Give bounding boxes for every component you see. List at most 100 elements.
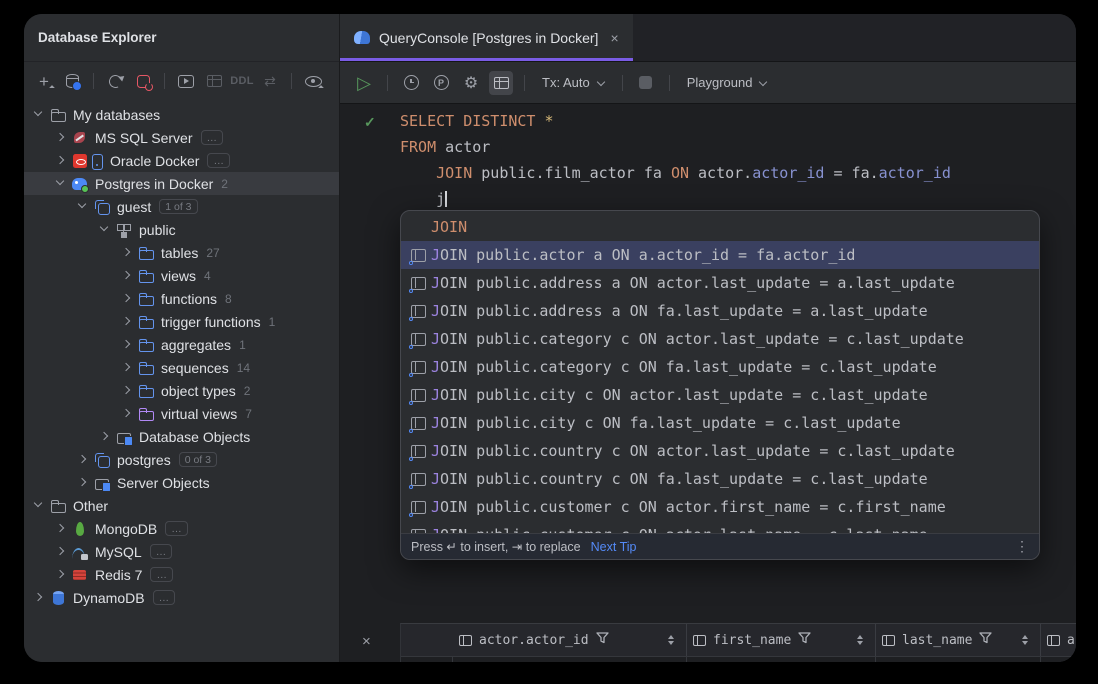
playground-dropdown[interactable]: Playground — [681, 75, 774, 90]
explain-plan-button[interactable]: P — [429, 71, 453, 95]
completion-item[interactable]: J OIN public.country c ON actor.last_upda… — [401, 437, 1039, 465]
results-in-editor-toggle[interactable] — [489, 70, 513, 95]
tree-row-virtual-views[interactable]: virtual views 7 — [24, 402, 339, 425]
tree-row-dynamodb[interactable]: DynamoDB… — [24, 586, 339, 609]
chevron-right-icon[interactable] — [118, 290, 135, 307]
column-header-first-name[interactable]: first_name — [687, 624, 876, 656]
chevron-right-icon[interactable] — [118, 336, 135, 353]
sort-arrows-icon[interactable] — [664, 634, 678, 646]
kebab-menu-icon[interactable]: ⋮ — [1015, 538, 1029, 555]
completion-item[interactable]: JOIN — [401, 213, 1039, 241]
column-header-actor-actor-id[interactable]: actor.actor_id — [453, 624, 687, 656]
completion-item-text: OIN public.city c ON actor.last_update =… — [440, 386, 928, 404]
sync-arrows-button[interactable]: ⇄ — [258, 69, 282, 93]
chevron-right-icon[interactable] — [52, 520, 69, 537]
tree-row-mongodb[interactable]: MongoDB… — [24, 517, 339, 540]
tree-row-oracle-docker[interactable]: Oracle Docker… — [24, 149, 339, 172]
tree-row-trigger-functions[interactable]: trigger functions 1 — [24, 310, 339, 333]
chevron-right-icon[interactable] — [52, 543, 69, 560]
grid-strip-cell — [876, 657, 1041, 662]
next-tip-link[interactable]: Next Tip — [591, 540, 637, 554]
tab-close-icon[interactable]: × — [610, 30, 618, 46]
tree-row-views[interactable]: views 4 — [24, 264, 339, 287]
completion-item[interactable]: J OIN public.address a ON actor.last_upda… — [401, 269, 1039, 297]
chevron-right-icon[interactable] — [30, 589, 47, 606]
completion-item[interactable]: J OIN public.category c ON actor.last_upd… — [401, 325, 1039, 353]
chevron-right-icon[interactable] — [52, 152, 69, 169]
tree-row-guest[interactable]: guest 1 of 3 — [24, 195, 339, 218]
tree-row-other[interactable]: Other — [24, 494, 339, 517]
chevron-down-icon[interactable] — [52, 175, 69, 192]
dropdown-corner-icon — [49, 85, 55, 91]
code-token: actor — [445, 138, 491, 156]
tree-item-count: 1 — [239, 337, 246, 352]
toolbar-divider — [291, 73, 292, 89]
chevron-right-icon[interactable] — [96, 428, 113, 445]
chevron-down-icon[interactable] — [30, 106, 47, 123]
filter-funnel-icon[interactable] — [595, 631, 609, 649]
chevron-right-icon[interactable] — [118, 382, 135, 399]
column-header-last-name[interactable]: last_name — [876, 624, 1041, 656]
completion-item[interactable]: J OIN public.address a ON fa.last_update … — [401, 297, 1039, 325]
code-area[interactable]: SELECT DISTINCT * FROM actor JOIN public.… — [400, 108, 951, 212]
jump-to-console-button[interactable] — [174, 69, 198, 93]
tree-item-label: trigger functions — [161, 313, 261, 330]
tree-item-count: 27 — [206, 245, 220, 260]
tab-query-console[interactable]: QueryConsole [Postgres in Docker] × — [340, 14, 633, 61]
filter-funnel-icon[interactable] — [979, 631, 993, 649]
tree-row-aggregates[interactable]: aggregates 1 — [24, 333, 339, 356]
tx-auto-dropdown[interactable]: Tx: Auto — [536, 75, 611, 90]
table-view-button[interactable] — [202, 69, 226, 93]
tree-row-postgres-in-docker[interactable]: Postgres in Docker 2 — [24, 172, 339, 195]
chevron-down-icon[interactable] — [96, 221, 113, 238]
add-button[interactable]: + — [32, 69, 56, 93]
toolbar-divider — [164, 73, 165, 89]
sort-arrows-icon[interactable] — [1018, 634, 1032, 646]
tree-row-object-types[interactable]: object types 2 — [24, 379, 339, 402]
refresh-button[interactable] — [103, 69, 127, 93]
tree-item-count: 8 — [225, 291, 232, 306]
tree-row-redis-7[interactable]: Redis 7… — [24, 563, 339, 586]
chevron-right-icon[interactable] — [118, 359, 135, 376]
column-header-a[interactable]: a — [1041, 624, 1076, 656]
tree-row-ms-sql-server[interactable]: MS SQL Server… — [24, 126, 339, 149]
chevron-right-icon[interactable] — [118, 313, 135, 330]
chevron-right-icon[interactable] — [118, 267, 135, 284]
settings-button[interactable]: ⚙ — [459, 71, 483, 95]
tree-row-postgres[interactable]: postgres 0 of 3 — [24, 448, 339, 471]
chevron-right-icon[interactable] — [52, 566, 69, 583]
completion-item[interactable]: J OIN public.category c ON fa.last_update… — [401, 353, 1039, 381]
ddl-button[interactable]: DDL — [230, 69, 254, 93]
completion-item[interactable]: J OIN public.customer c ON actor.first_na… — [401, 493, 1039, 521]
data-source-properties-button[interactable] — [60, 69, 84, 93]
completion-item[interactable]: J OIN public.city c ON fa.last_update = c… — [401, 409, 1039, 437]
sql-editor[interactable]: ✓ SELECT DISTINCT * FROM actor JOIN publi… — [340, 104, 1076, 662]
stop-button[interactable] — [634, 71, 658, 95]
chevron-down-icon[interactable] — [30, 497, 47, 514]
view-options-button[interactable] — [301, 69, 325, 93]
tree-row-my-databases[interactable]: My databases — [24, 103, 339, 126]
completion-item[interactable]: J OIN public.actor a ON a.actor_id = fa.a… — [401, 241, 1039, 269]
history-button[interactable] — [399, 71, 423, 95]
tree-row-functions[interactable]: functions 8 — [24, 287, 339, 310]
cancel-refresh-button[interactable] — [131, 69, 155, 93]
close-results-icon[interactable]: × — [362, 633, 371, 650]
filter-funnel-icon[interactable] — [798, 631, 811, 649]
sort-arrows-icon[interactable] — [853, 634, 867, 646]
chevron-right-icon[interactable] — [74, 474, 91, 491]
completion-item[interactable]: J OIN public.city c ON actor.last_update … — [401, 381, 1039, 409]
chevron-right-icon[interactable] — [52, 129, 69, 146]
chevron-right-icon[interactable] — [118, 244, 135, 261]
tree-row-tables[interactable]: tables 27 — [24, 241, 339, 264]
chevron-right-icon[interactable] — [74, 451, 91, 468]
chevron-right-icon[interactable] — [118, 405, 135, 422]
run-button[interactable]: ▷ — [352, 71, 376, 95]
tree-row-mysql[interactable]: MySQL… — [24, 540, 339, 563]
completion-item[interactable]: JOIN public.customer c ON actor.last_nam… — [401, 521, 1039, 534]
chevron-down-icon[interactable] — [74, 198, 91, 215]
completion-item[interactable]: J OIN public.country c ON fa.last_update … — [401, 465, 1039, 493]
tree-row-server-objects[interactable]: Server Objects — [24, 471, 339, 494]
tree-row-database-objects[interactable]: Database Objects — [24, 425, 339, 448]
tree-row-public[interactable]: public — [24, 218, 339, 241]
tree-row-sequences[interactable]: sequences 14 — [24, 356, 339, 379]
